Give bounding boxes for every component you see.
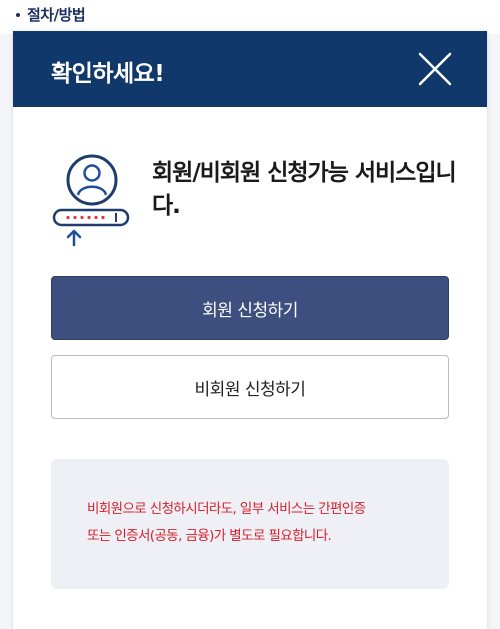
confirm-modal: 확인하세요! 회원/비회원 신청가능 서비스입니다. 회원 신청하기 비회원 신… bbox=[13, 31, 487, 629]
user-login-icon bbox=[52, 154, 130, 247]
modal-title: 확인하세요! bbox=[51, 61, 165, 87]
notice-line-2: 또는 인증서(공동, 금융)가 별도로 필요합니다. bbox=[87, 528, 332, 544]
close-button[interactable] bbox=[417, 51, 453, 87]
section-label-text: 절차/방법 bbox=[27, 6, 86, 24]
member-apply-button[interactable]: 회원 신청하기 bbox=[51, 276, 449, 340]
modal-header: 확인하세요! bbox=[13, 31, 487, 107]
notice-box: 비회원으로 신청하시더라도, 일부 서비스는 간편인증 또는 인증서(공동, 금… bbox=[51, 459, 449, 589]
intro-text: 회원/비회원 신청가능 서비스입니다. bbox=[152, 160, 457, 219]
guest-apply-button[interactable]: 비회원 신청하기 bbox=[51, 355, 449, 419]
notice-line-1: 비회원으로 신청하시더라도, 일부 서비스는 간편인증 bbox=[87, 501, 366, 517]
close-icon bbox=[418, 52, 452, 86]
section-label: 절차/방법 bbox=[16, 4, 86, 25]
bullet-icon bbox=[16, 12, 20, 17]
intro-section: 회원/비회원 신청가능 서비스입니다. bbox=[52, 153, 462, 247]
